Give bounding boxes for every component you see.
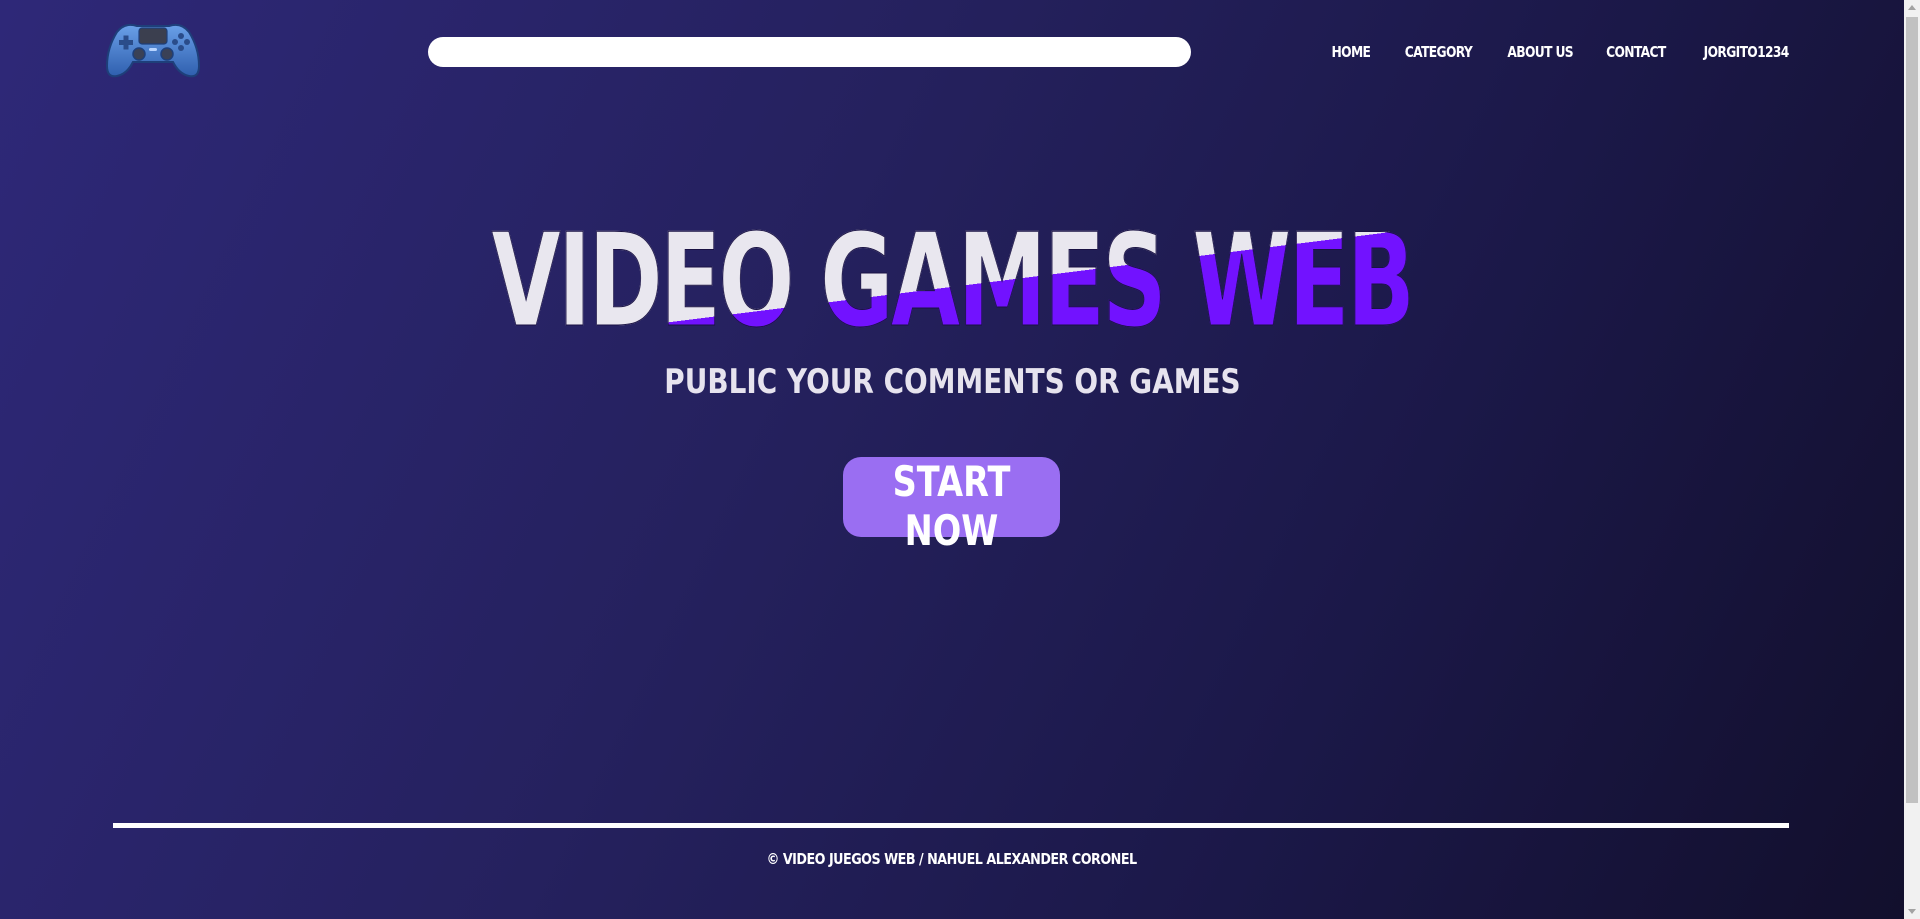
footer-divider xyxy=(113,823,1789,828)
start-now-label: START NOW xyxy=(892,457,1011,555)
nav-home[interactable]: HOME xyxy=(1332,43,1371,61)
hero-subtitle-text: PUBLIC YOUR COMMENTS OR GAMES xyxy=(663,362,1241,402)
page: HOME CATEGORY ABOUT US CONTACT JORGITO12… xyxy=(0,0,1904,919)
gamepad-controller-icon[interactable] xyxy=(103,18,203,80)
footer-copyright: © VIDEO JUEGOS WEB / NAHUEL ALEXANDER CO… xyxy=(0,850,1904,868)
nav-category[interactable]: CATEGORY xyxy=(1405,43,1473,61)
scroll-up-arrow-icon[interactable] xyxy=(1908,5,1916,10)
hero-subtitle: PUBLIC YOUR COMMENTS OR GAMES xyxy=(0,362,1904,402)
scroll-down-arrow-icon[interactable] xyxy=(1908,909,1916,914)
vertical-scrollbar[interactable] xyxy=(1904,0,1920,919)
footer-copyright-text: © VIDEO JUEGOS WEB / NAHUEL ALEXANDER CO… xyxy=(766,850,1138,868)
search-input[interactable] xyxy=(428,37,1191,67)
nav-user-profile[interactable]: JORGITO1234 xyxy=(1704,43,1790,61)
nav-about-us[interactable]: ABOUT US xyxy=(1507,43,1573,61)
hero-title: VIDEO GAMES WEB xyxy=(0,207,1904,356)
start-now-button[interactable]: START NOW xyxy=(843,457,1060,555)
scroll-thumb[interactable] xyxy=(1906,17,1918,803)
nav-contact[interactable]: CONTACT xyxy=(1606,43,1666,61)
hero-title-text: VIDEO GAMES WEB xyxy=(491,207,1415,356)
main-nav: HOME CATEGORY ABOUT US CONTACT JORGITO12… xyxy=(1323,40,1790,64)
